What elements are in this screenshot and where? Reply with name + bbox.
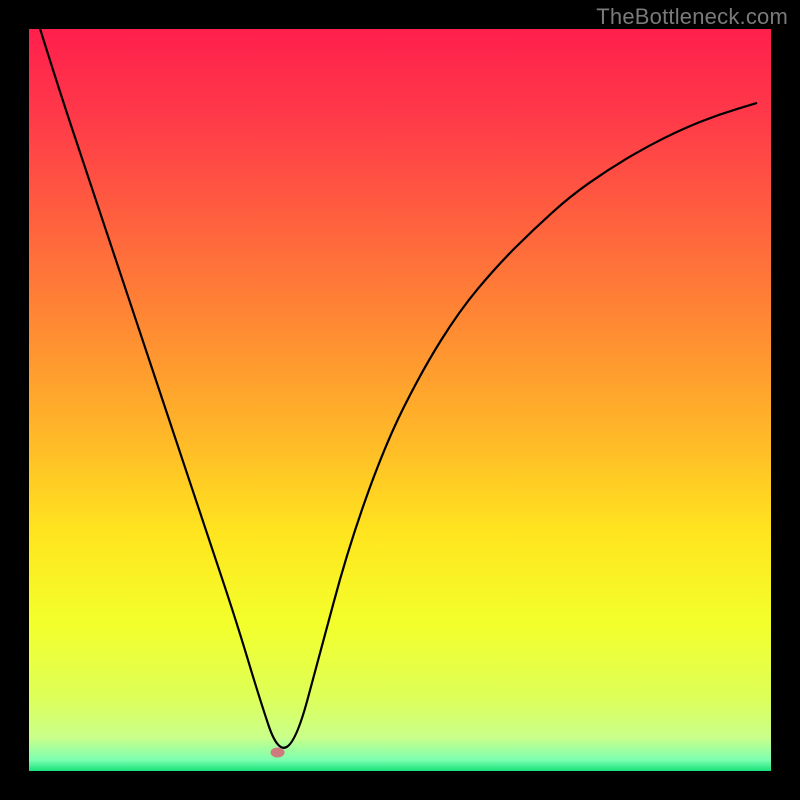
watermark-text: TheBottleneck.com	[596, 4, 788, 30]
chart-frame: TheBottleneck.com	[0, 0, 800, 800]
min-marker	[271, 747, 285, 757]
bottleneck-chart	[29, 29, 771, 771]
